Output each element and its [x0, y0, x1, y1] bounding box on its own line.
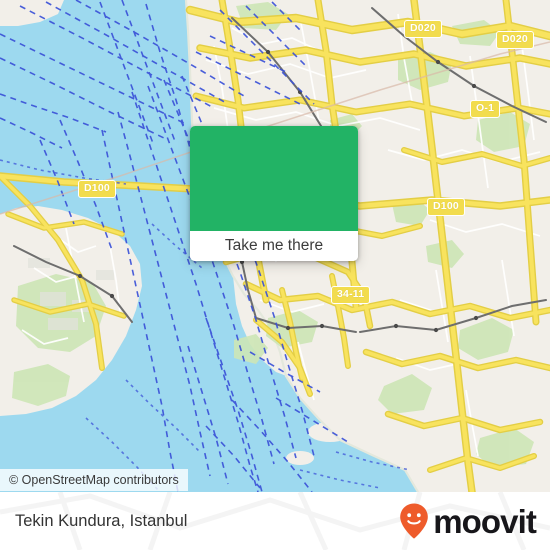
- moovit-wordmark: moovit: [433, 502, 537, 540]
- take-me-there-button[interactable]: Take me there: [190, 231, 358, 261]
- road-shield-d100-b: D100: [427, 198, 465, 216]
- road-shield-d020-a: D020: [404, 20, 442, 38]
- road-shield-34-11: 34-11: [331, 286, 371, 304]
- road-shield-d100-a: D100: [78, 180, 116, 198]
- road-shield-d020-b: D020: [496, 31, 534, 49]
- footer-bar: Tekin Kundura, Istanbul moovit: [0, 492, 550, 550]
- moovit-pin-icon: [400, 503, 429, 539]
- place-image-placeholder: [190, 126, 358, 231]
- moovit-map-screen: D020 D020 O-1 D100 D100 34-11 © OpenStre…: [0, 0, 550, 550]
- moovit-logo[interactable]: moovit: [399, 492, 537, 550]
- osm-attribution[interactable]: © OpenStreetMap contributors: [0, 469, 188, 491]
- road-shield-o1: O-1: [470, 100, 501, 118]
- place-title: Tekin Kundura, Istanbul: [15, 511, 188, 530]
- place-popup-card[interactable]: Take me there: [190, 126, 358, 261]
